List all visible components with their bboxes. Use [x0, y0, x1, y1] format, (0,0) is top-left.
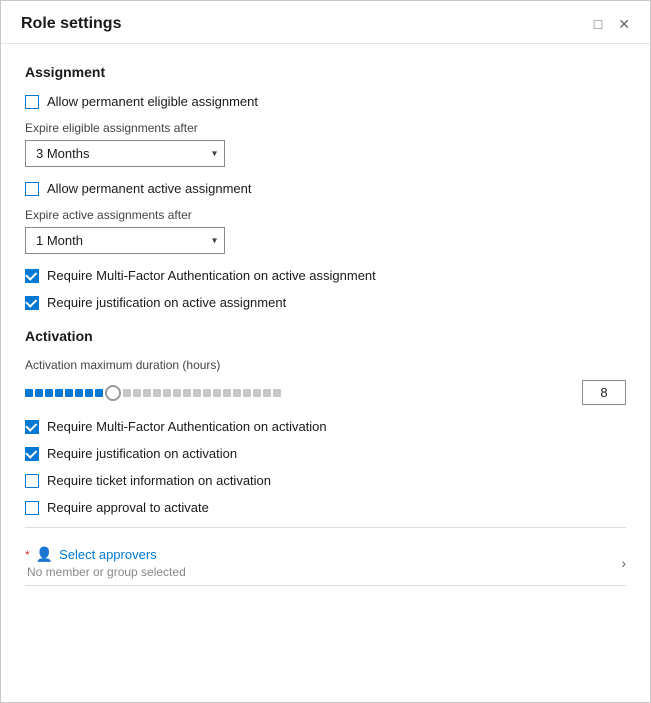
required-star: *	[25, 548, 30, 562]
approvers-subtitle: No member or group selected	[27, 565, 186, 579]
require-mfa-active-checkbox[interactable]	[25, 269, 39, 283]
expire-eligible-select-wrapper: 3 Months 1 Month 6 Months 1 Year Never ▾	[25, 140, 225, 167]
dialog-title: Role settings	[21, 15, 121, 33]
require-justification-activation-label: Require justification on activation	[47, 446, 237, 461]
slider-segment	[35, 389, 43, 397]
allow-permanent-eligible-label: Allow permanent eligible assignment	[47, 94, 258, 109]
slider-segment	[173, 389, 181, 397]
approvers-chevron-right-icon: ›	[621, 555, 626, 571]
slider-segment	[55, 389, 63, 397]
activation-section-title: Activation	[25, 328, 626, 344]
slider-segment	[263, 389, 271, 397]
activation-section: Activation Activation maximum duration (…	[25, 328, 626, 515]
require-approval-row[interactable]: Require approval to activate	[25, 500, 626, 515]
require-mfa-active-row[interactable]: Require Multi-Factor Authentication on a…	[25, 268, 626, 283]
slider-segment	[143, 389, 151, 397]
slider-segment	[253, 389, 261, 397]
require-justification-active-checkbox[interactable]	[25, 296, 39, 310]
slider-segment	[75, 389, 83, 397]
expire-active-label: Expire active assignments after	[25, 208, 626, 222]
expire-eligible-group: Expire eligible assignments after 3 Mont…	[25, 121, 626, 167]
slider-segment	[95, 389, 103, 397]
approvers-title: Select approvers	[59, 547, 157, 562]
approvers-label-row: * 👤 Select approvers	[25, 546, 186, 563]
expire-eligible-select[interactable]: 3 Months 1 Month 6 Months 1 Year Never	[25, 140, 225, 167]
dialog-header: Role settings □ ✕	[1, 1, 650, 44]
slider-segment	[153, 389, 161, 397]
allow-permanent-active-row[interactable]: Allow permanent active assignment	[25, 181, 626, 196]
slider-segment	[193, 389, 201, 397]
slider-track-visual	[25, 389, 570, 397]
slider-segment	[233, 389, 241, 397]
header-actions: □ ✕	[590, 15, 634, 33]
require-approval-label: Require approval to activate	[47, 500, 209, 515]
slider-segment	[243, 389, 251, 397]
slider-segment	[213, 389, 221, 397]
slider-segment	[65, 389, 73, 397]
expire-active-select-wrapper: 1 Month 3 Months 6 Months 1 Year Never ▾	[25, 227, 225, 254]
slider-segment	[45, 389, 53, 397]
slider-segment	[163, 389, 171, 397]
allow-permanent-eligible-row[interactable]: Allow permanent eligible assignment	[25, 94, 626, 109]
duration-group: Activation maximum duration (hours) 8	[25, 358, 626, 405]
slider-segment	[273, 389, 281, 397]
slider-thumb[interactable]	[105, 385, 121, 401]
require-mfa-activation-label: Require Multi-Factor Authentication on a…	[47, 419, 327, 434]
require-ticket-activation-label: Require ticket information on activation	[47, 473, 271, 488]
close-button[interactable]: ✕	[614, 15, 634, 33]
slider-row: 8	[25, 380, 626, 405]
slider-segment	[183, 389, 191, 397]
approvers-row[interactable]: * 👤 Select approvers No member or group …	[25, 540, 626, 586]
slider-segment	[25, 389, 33, 397]
approvers-person-icon: 👤	[36, 546, 53, 563]
slider-container[interactable]	[25, 383, 570, 403]
require-justification-activation-row[interactable]: Require justification on activation	[25, 446, 626, 461]
assignment-section-title: Assignment	[25, 64, 626, 80]
slider-segment	[223, 389, 231, 397]
slider-segment	[203, 389, 211, 397]
approvers-section: * 👤 Select approvers No member or group …	[25, 527, 626, 586]
require-ticket-activation-row[interactable]: Require ticket information on activation	[25, 473, 626, 488]
require-mfa-activation-checkbox[interactable]	[25, 420, 39, 434]
require-ticket-activation-checkbox[interactable]	[25, 474, 39, 488]
expire-active-group: Expire active assignments after 1 Month …	[25, 208, 626, 254]
require-justification-activation-checkbox[interactable]	[25, 447, 39, 461]
slider-segment	[85, 389, 93, 397]
slider-segment	[133, 389, 141, 397]
require-approval-checkbox[interactable]	[25, 501, 39, 515]
require-mfa-active-label: Require Multi-Factor Authentication on a…	[47, 268, 376, 283]
require-justification-active-label: Require justification on active assignme…	[47, 295, 286, 310]
assignment-section: Assignment Allow permanent eligible assi…	[25, 64, 626, 310]
allow-permanent-active-label: Allow permanent active assignment	[47, 181, 252, 196]
approvers-left: * 👤 Select approvers No member or group …	[25, 546, 186, 579]
role-settings-dialog: Role settings □ ✕ Assignment Allow perma…	[0, 0, 651, 703]
require-mfa-activation-row[interactable]: Require Multi-Factor Authentication on a…	[25, 419, 626, 434]
maximize-button[interactable]: □	[590, 15, 606, 33]
allow-permanent-active-checkbox[interactable]	[25, 182, 39, 196]
duration-label: Activation maximum duration (hours)	[25, 358, 626, 372]
require-justification-active-row[interactable]: Require justification on active assignme…	[25, 295, 626, 310]
expire-eligible-label: Expire eligible assignments after	[25, 121, 626, 135]
slider-value-box[interactable]: 8	[582, 380, 626, 405]
allow-permanent-eligible-checkbox[interactable]	[25, 95, 39, 109]
dialog-body: Assignment Allow permanent eligible assi…	[1, 44, 650, 702]
expire-active-select[interactable]: 1 Month 3 Months 6 Months 1 Year Never	[25, 227, 225, 254]
slider-segment	[123, 389, 131, 397]
